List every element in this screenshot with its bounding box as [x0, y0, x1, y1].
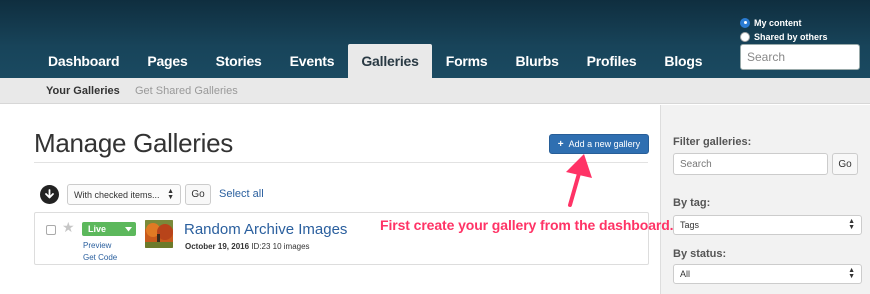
tab-stories[interactable]: Stories — [202, 44, 276, 78]
tag-select-value: Tags — [680, 220, 700, 230]
shared-by-others-option[interactable]: Shared by others — [740, 30, 828, 43]
shared-by-others-radio[interactable] — [740, 31, 750, 42]
annotation-text: First create your gallery from the dashb… — [380, 217, 674, 233]
row-checkbox[interactable] — [46, 225, 56, 235]
plus-icon: + — [557, 138, 564, 150]
add-gallery-label: Add a new gallery — [568, 139, 641, 149]
get-code-link[interactable]: Get Code — [83, 253, 117, 262]
my-content-label: My content — [754, 17, 802, 28]
gallery-title-link[interactable]: Random Archive Images — [184, 221, 347, 238]
select-arrows-icon: ▲ ▼ — [848, 218, 855, 231]
bulk-go-button[interactable]: Go — [185, 184, 211, 205]
page-title: Manage Galleries — [34, 128, 233, 158]
my-content-option[interactable]: My content — [740, 16, 828, 29]
tab-galleries[interactable]: Galleries — [348, 44, 432, 78]
caret-down-icon — [125, 226, 132, 231]
filter-sidebar: Filter galleries: Go By tag: Tags ▲▼ By … — [660, 105, 870, 294]
shared-by-others-label: Shared by others — [754, 31, 828, 42]
filter-label: Filter galleries: — [673, 136, 752, 148]
tab-events[interactable]: Events — [276, 44, 349, 78]
tab-dashboard[interactable]: Dashboard — [34, 44, 133, 78]
content-filter: My content Shared by others — [740, 16, 828, 44]
select-arrows-icon: ▲ ▼ — [848, 267, 855, 280]
filter-search-input[interactable] — [673, 153, 828, 175]
gallery-thumbnail[interactable] — [145, 220, 173, 248]
tab-blurbs[interactable]: Blurbs — [502, 44, 573, 78]
tag-label: By tag: — [673, 197, 711, 209]
my-content-radio[interactable] — [740, 17, 750, 28]
tab-profiles[interactable]: Profiles — [573, 44, 651, 78]
add-gallery-button[interactable]: + Add a new gallery — [549, 134, 649, 154]
bulk-action-value: With checked items... — [74, 189, 160, 200]
gallery-meta: October 19, 2016 ID:23 10 images — [185, 242, 310, 251]
status-badge[interactable]: Live — [82, 222, 136, 236]
sub-nav: Your Galleries Get Shared Galleries — [0, 78, 870, 104]
top-header: Dashboard Pages Stories Events Galleries… — [0, 0, 870, 78]
status-select[interactable]: All ▲ ▼ — [673, 264, 862, 284]
select-all-link[interactable]: Select all — [219, 188, 264, 200]
tab-blogs[interactable]: Blogs — [650, 44, 716, 78]
subnav-your-galleries[interactable]: Your Galleries — [46, 85, 120, 97]
bulk-action-select[interactable]: With checked items... ▲ ▼ — [67, 184, 181, 205]
main-nav: Dashboard Pages Stories Events Galleries… — [34, 44, 716, 78]
title-divider — [34, 162, 648, 163]
tag-select[interactable]: Tags ▲ ▼ — [673, 215, 862, 235]
filter-go-button[interactable]: Go — [832, 153, 858, 175]
select-arrows-icon: ▲ ▼ — [167, 187, 174, 201]
star-icon[interactable]: ★ — [62, 219, 75, 236]
preview-link[interactable]: Preview — [83, 241, 111, 250]
tab-forms[interactable]: Forms — [432, 44, 502, 78]
status-label: Live — [88, 224, 107, 234]
arrow-down-circle-icon — [40, 185, 59, 204]
tab-pages[interactable]: Pages — [133, 44, 201, 78]
status-select-value: All — [680, 269, 691, 279]
header-search-input[interactable] — [740, 44, 860, 70]
gallery-date: October 19, 2016 — [185, 242, 250, 251]
subnav-get-shared-galleries[interactable]: Get Shared Galleries — [135, 85, 238, 97]
status-label: By status: — [673, 248, 727, 260]
gallery-id-count: ID:23 10 images — [251, 242, 310, 251]
